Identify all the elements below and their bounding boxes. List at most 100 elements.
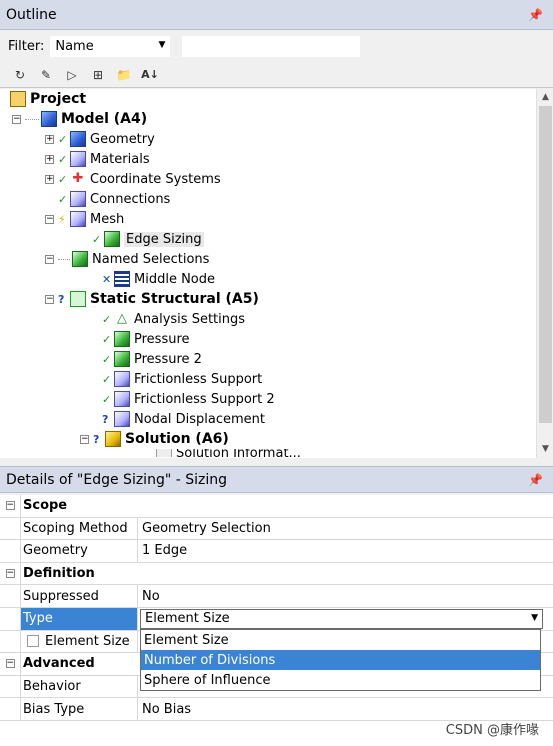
type-select-value: Element Size <box>145 611 230 627</box>
row-suppressed[interactable]: Suppressed No <box>0 585 553 608</box>
scroll-thumb[interactable] <box>539 106 552 423</box>
tree-label: Middle Node <box>134 271 216 287</box>
type-dropdown-list: Element Size Number of Divisions Sphere … <box>140 629 541 691</box>
sort-az-icon[interactable]: A↓ <box>140 65 160 85</box>
element-size-checkbox[interactable] <box>27 635 39 648</box>
expand-icon[interactable]: + <box>45 174 54 184</box>
chevron-down-icon[interactable]: ▼ <box>531 613 538 623</box>
prop-label: Scoping Method <box>20 517 138 540</box>
collapse-icon[interactable]: − <box>45 254 54 264</box>
dropdown-option[interactable]: Number of Divisions <box>141 650 540 670</box>
eraser-icon[interactable]: ✎ <box>36 65 56 85</box>
tree-item-solution[interactable]: − ? Solution (A6) <box>0 429 553 449</box>
pin-icon[interactable]: 📌 <box>528 473 547 487</box>
filter-search-input[interactable] <box>182 35 361 57</box>
tree-label: Mesh <box>90 211 125 227</box>
collapse-icon[interactable]: − <box>80 434 89 444</box>
prop-value[interactable]: Geometry Selection <box>138 518 553 540</box>
tree-label: Geometry <box>90 131 155 147</box>
tree-item-solution-information[interactable]: Solution Informat... <box>0 449 553 457</box>
section-scope[interactable]: − Scope <box>0 495 553 518</box>
collapse-icon[interactable]: − <box>45 214 54 224</box>
check-icon: ✓ <box>92 232 102 246</box>
filter-bar: Filter: Name ▼ <box>0 30 553 62</box>
tree-item-named-selections[interactable]: − Named Selections <box>0 249 553 269</box>
tree-item-frictionless-support-2[interactable]: ✓ Frictionless Support 2 <box>0 389 553 409</box>
section-definition[interactable]: − Definition <box>0 562 553 586</box>
check-icon: ✓ <box>58 172 68 186</box>
filter-dropdown-value: Name <box>55 38 94 54</box>
section-label: Scope <box>20 495 420 517</box>
prop-label: Element Size <box>45 633 130 649</box>
row-geometry[interactable]: Geometry 1 Edge <box>0 540 553 563</box>
tree-item-mesh[interactable]: − ⚡ Mesh <box>0 209 553 229</box>
support-icon <box>114 371 130 387</box>
tree-item-geometry[interactable]: + ✓ Geometry <box>0 129 553 149</box>
type-select[interactable]: Element Size ▼ <box>140 608 543 629</box>
tree-item-static-structural[interactable]: − ? Static Structural (A5) <box>0 289 553 309</box>
details-title: Details of "Edge Sizing" - Sizing <box>6 471 227 488</box>
prop-label: Bias Type <box>20 698 138 720</box>
lightning-icon: ⚡ <box>58 212 66 226</box>
expand-icon[interactable]: ⊞ <box>88 65 108 85</box>
prop-value[interactable]: 1 Edge <box>138 540 553 562</box>
collapse-icon[interactable]: − <box>5 501 15 511</box>
scroll-down-icon[interactable]: ▼ <box>537 441 553 458</box>
tree-item-edge-sizing[interactable]: ✓ Edge Sizing <box>0 229 553 249</box>
tree-item-project[interactable]: Project <box>0 89 553 109</box>
pin-icon[interactable]: 📌 <box>528 8 547 22</box>
prop-label: Geometry <box>20 540 138 562</box>
folder-icon[interactable]: 📁 <box>114 65 134 85</box>
tree-item-connections[interactable]: ✓ Connections <box>0 189 553 209</box>
model-icon <box>41 111 57 127</box>
filter-dropdown[interactable]: Name ▼ <box>50 35 171 57</box>
connections-icon <box>70 191 86 207</box>
chevron-down-icon: ▼ <box>158 39 166 50</box>
mesh-icon <box>70 211 86 227</box>
outline-header: Outline 📌 <box>0 0 553 30</box>
refresh-icon[interactable]: ↻ <box>10 65 30 85</box>
question-icon: ? <box>102 412 109 426</box>
collapse-icon[interactable]: − <box>5 659 15 669</box>
tree-item-model[interactable]: − Model (A4) <box>0 109 553 129</box>
collapse-icon[interactable]: − <box>45 294 54 304</box>
row-type[interactable]: Type Element Size ▼ <box>0 607 553 631</box>
tree-filter-icon[interactable]: ▷ <box>62 65 82 85</box>
scroll-up-icon[interactable]: ▲ <box>537 89 553 106</box>
pressure-icon <box>114 331 130 347</box>
prop-value[interactable]: No <box>138 585 553 607</box>
pressure-icon <box>114 351 130 367</box>
tree-item-nodal-displacement[interactable]: ? Nodal Displacement <box>0 409 553 429</box>
axes-icon: ✚ <box>72 171 84 186</box>
dropdown-option[interactable]: Element Size <box>141 630 540 650</box>
tree-label: Materials <box>90 151 150 167</box>
tree-label: Static Structural (A5) <box>90 291 259 307</box>
collapse-icon[interactable]: − <box>12 114 21 124</box>
tree-label: Coordinate Systems <box>90 171 221 187</box>
collapse-icon[interactable]: − <box>5 569 15 579</box>
section-label: Definition <box>20 562 420 585</box>
prop-label: Suppressed <box>20 585 138 607</box>
expand-icon[interactable]: + <box>45 154 54 164</box>
tree-item-frictionless-support[interactable]: ✓ Frictionless Support <box>0 369 553 389</box>
tree-item-middle-node[interactable]: ✕ Middle Node <box>0 269 553 289</box>
outline-tree: Project − Model (A4) + ✓ Geometry + ✓ Ma… <box>0 89 553 458</box>
tree-label: Project <box>30 91 87 107</box>
row-bias-type[interactable]: Bias Type No Bias <box>0 698 553 721</box>
tree-label: Named Selections <box>92 251 210 267</box>
question-icon: ? <box>93 432 100 446</box>
expand-icon[interactable]: + <box>45 134 54 144</box>
check-icon: ✓ <box>102 332 112 346</box>
support-icon <box>114 391 130 407</box>
prop-value[interactable]: No Bias <box>138 698 553 720</box>
tree-scrollbar[interactable]: ▲ ▼ <box>536 89 553 458</box>
materials-icon <box>70 151 86 167</box>
row-scoping-method[interactable]: Scoping Method Geometry Selection <box>0 517 553 541</box>
tree-item-coordinate-systems[interactable]: + ✓ ✚ Coordinate Systems <box>0 169 553 189</box>
tree-item-analysis-settings[interactable]: ✓ △ Analysis Settings <box>0 309 553 329</box>
tree-label: Solution Informat... <box>176 449 301 457</box>
tree-item-materials[interactable]: + ✓ Materials <box>0 149 553 169</box>
dropdown-option[interactable]: Sphere of Influence <box>141 670 540 690</box>
tree-item-pressure[interactable]: ✓ Pressure <box>0 329 553 349</box>
tree-item-pressure-2[interactable]: ✓ Pressure 2 <box>0 349 553 369</box>
